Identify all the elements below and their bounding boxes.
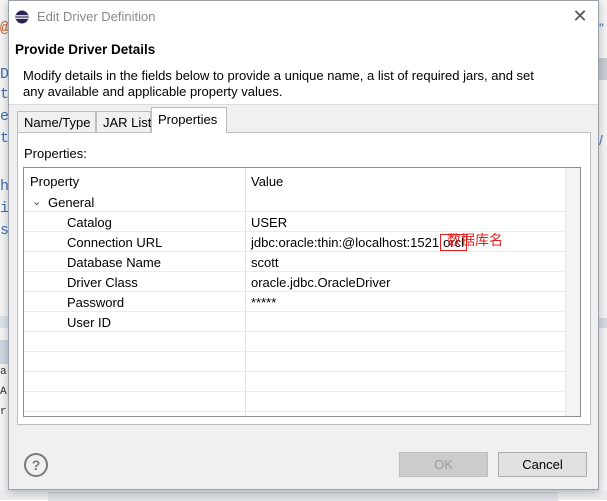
table-row-empty — [24, 372, 566, 392]
properties-panel: Properties: Property Value ⌄ General Cat… — [17, 132, 591, 425]
table-row-empty — [24, 392, 566, 412]
eclipse-icon — [15, 10, 29, 24]
background-fragment: / — [599, 132, 603, 148]
property-value[interactable]: oracle.jdbc.OracleDriver — [251, 275, 390, 290]
property-name: User ID — [67, 315, 112, 330]
title-bar: Edit Driver Definition ✕ — [9, 1, 598, 32]
background-fragment: A — [0, 386, 7, 398]
properties-table: Property Value ⌄ General Catalog USER Co… — [23, 167, 581, 417]
table-row[interactable]: Password ***** — [24, 292, 566, 312]
background-fragment: a — [0, 366, 7, 378]
property-name: Database Name — [67, 255, 161, 270]
ok-button[interactable]: OK — [399, 452, 488, 477]
table-header: Property Value — [24, 168, 566, 192]
tab-jar-list[interactable]: JAR List — [96, 111, 151, 132]
background-editor-right: " / — [599, 0, 607, 500]
table-row[interactable]: Catalog USER — [24, 212, 566, 232]
background-fragment: " — [599, 20, 604, 36]
property-value[interactable]: ***** — [251, 295, 276, 310]
property-name: Catalog — [67, 215, 112, 230]
header-description: Modify details in the fields below to pr… — [23, 68, 534, 99]
close-icon: ✕ — [572, 6, 588, 26]
help-button[interactable]: ? — [24, 453, 48, 477]
header-title: Provide Driver Details — [15, 42, 156, 57]
table-row-group-general[interactable]: ⌄ General — [24, 192, 566, 212]
property-name: Connection URL — [67, 235, 163, 250]
database-name-annotation: 数据库名 — [447, 233, 503, 249]
tab-name-type[interactable]: Name/Type — [17, 111, 96, 132]
background-band — [599, 318, 607, 328]
group-label: General — [48, 195, 95, 210]
properties-label: Properties: — [24, 146, 87, 161]
background-status-area — [0, 490, 607, 501]
close-button[interactable]: ✕ — [568, 5, 592, 27]
table-row-empty — [24, 352, 566, 372]
column-header-property[interactable]: Property — [30, 174, 79, 189]
property-value[interactable]: scott — [251, 255, 278, 270]
table-row[interactable]: User ID — [24, 312, 566, 332]
property-value[interactable]: USER — [251, 215, 287, 230]
property-value[interactable]: jdbc:oracle:thin:@localhost:1521 orcl — [251, 234, 468, 251]
help-icon: ? — [31, 457, 41, 473]
chevron-down-icon[interactable]: ⌄ — [32, 195, 41, 208]
window-title: Edit Driver Definition — [37, 9, 156, 24]
dialog-header: Provide Driver Details Modify details in… — [9, 32, 598, 105]
table-row-empty — [24, 332, 566, 352]
table-row[interactable]: Database Name scott — [24, 252, 566, 272]
vertical-scrollbar[interactable] — [565, 168, 580, 416]
property-name: Password — [67, 295, 125, 310]
connection-url-prefix: jdbc:oracle:thin:@localhost:1521 — [251, 235, 440, 250]
background-band — [599, 58, 607, 80]
edit-driver-dialog: Edit Driver Definition ✕ Provide Driver … — [8, 0, 599, 490]
table-row[interactable]: Driver Class oracle.jdbc.OracleDriver — [24, 272, 566, 292]
property-name: Driver Class — [67, 275, 138, 290]
column-header-value[interactable]: Value — [251, 174, 283, 189]
tab-properties[interactable]: Properties — [151, 107, 227, 133]
cancel-button[interactable]: Cancel — [498, 452, 587, 477]
background-fragment: r — [0, 406, 7, 418]
